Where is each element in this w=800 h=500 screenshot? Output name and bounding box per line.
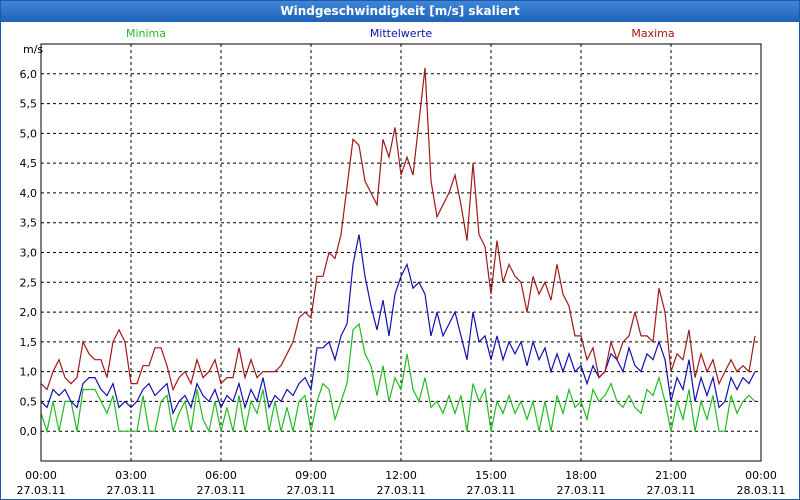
x-tick-time: 09:00 <box>295 469 327 482</box>
x-tick-date: 27.03.11 <box>467 484 516 497</box>
legend-minima: Minima <box>126 27 166 40</box>
x-tick-time: 06:00 <box>205 469 237 482</box>
y-tick-label: 0,5 <box>20 395 38 408</box>
x-tick-time: 03:00 <box>115 469 147 482</box>
x-tick-time: 15:00 <box>475 469 507 482</box>
y-tick-label: 4,5 <box>20 157 38 170</box>
y-tick-label: 5,0 <box>20 127 38 140</box>
y-tick-label: 3,0 <box>20 247 38 260</box>
x-tick-time: 00:00 <box>25 469 57 482</box>
y-tick-label: 1,0 <box>20 366 38 379</box>
x-tick-date: 28.03.11 <box>737 484 786 497</box>
x-tick-time: 00:00 <box>745 469 777 482</box>
legend-maxima: Maxima <box>631 27 674 40</box>
y-tick-label: 6,0 <box>20 68 38 81</box>
line-chart: 0,0 0,5 1,0 1,5 2,0 2,5 3,0 3,5 4,0 4,5 5,0 5,5 6,0 0… <box>17 27 786 497</box>
y-tick-label: 4,0 <box>20 187 38 200</box>
y-tick-label: 2,0 <box>20 306 38 319</box>
x-tick-time: 21:00 <box>655 469 687 482</box>
y-axis-unit-label: m/s <box>23 43 43 56</box>
x-tick-time: 12:00 <box>385 469 417 482</box>
series-line-maxima <box>40 67 756 392</box>
y-tick-label: 0,0 <box>20 425 38 438</box>
legend-mittelwerte: Mittelwerte <box>370 27 433 40</box>
x-tick-date: 27.03.11 <box>107 484 156 497</box>
grid-lines <box>41 44 761 461</box>
series-line-mittelwerte <box>40 234 756 416</box>
series-layer <box>40 67 756 434</box>
x-tick-date: 27.03.11 <box>377 484 426 497</box>
x-tick-time: 18:00 <box>565 469 597 482</box>
y-tick-label: 5,5 <box>20 98 38 111</box>
y-tick-label: 2,5 <box>20 276 38 289</box>
x-tick-date: 27.03.11 <box>197 484 246 497</box>
x-tick-date: 27.03.11 <box>647 484 696 497</box>
x-tick-date: 27.03.11 <box>17 484 66 497</box>
y-tick-label: 1,5 <box>20 336 38 349</box>
y-tick-label: 3,5 <box>20 217 38 230</box>
chart-window: Windgeschwindigkeit [m/s] skaliert 0,0 0,… <box>0 0 800 500</box>
x-tick-date: 27.03.11 <box>287 484 336 497</box>
x-tick-date: 27.03.11 <box>557 484 606 497</box>
series-line-minima <box>40 322 756 434</box>
